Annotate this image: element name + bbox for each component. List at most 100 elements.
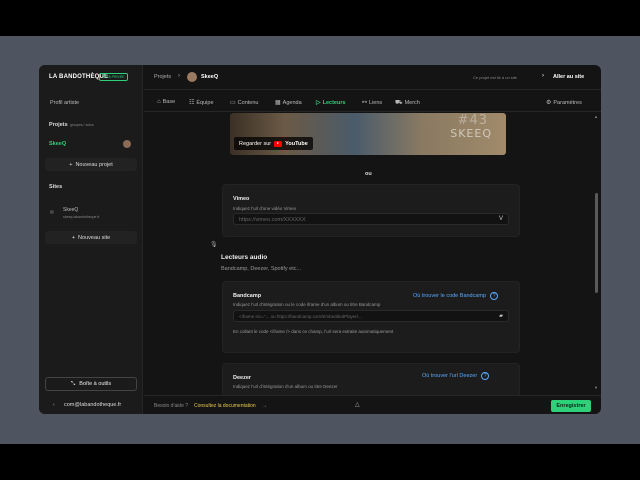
toolbox-label: Boîte à outils	[79, 381, 112, 387]
shop-icon: ⛟	[395, 100, 403, 106]
bandcamp-title: Bandcamp	[233, 293, 262, 299]
tab-base[interactable]: ⌂ Base	[157, 99, 175, 105]
letterbox-bottom	[0, 444, 640, 480]
scrollbar-thumb[interactable]	[595, 193, 598, 293]
tab-label: Agenda	[282, 99, 302, 106]
new-site-button[interactable]: + Nouveau site	[45, 231, 137, 244]
need-help-text: Besoin d'aide ?	[154, 403, 189, 409]
deezer-title: Deezer	[233, 375, 252, 381]
site-url: skeeq.labandotheque.fr	[63, 215, 100, 219]
tab-label: Lecteurs	[322, 99, 346, 106]
bandcamp-card: Bandcamp Où trouver le code Bandcamp ? I…	[222, 281, 520, 353]
bandcamp-embed-input[interactable]: <iframe src="... ou https://bandcamp.com…	[233, 310, 509, 322]
youtube-preview[interactable]: #43 SKEEQ Regarder sur YouTube	[230, 113, 506, 155]
toolbox-button[interactable]: ⤡ Boîte à outils	[45, 377, 137, 391]
calendar-icon: ▦	[275, 100, 281, 106]
vimeo-url-placeholder: https://vimeo.com/XXXXXX	[239, 217, 306, 223]
vimeo-card: Vimeo Indiquez l'url d'une vidéo Vimeo h…	[222, 184, 520, 237]
tab-liens[interactable]: ⚯ Liens	[362, 99, 383, 107]
team-icon: ☷	[189, 100, 195, 106]
play-icon: ▷	[316, 100, 321, 106]
youtube-icon	[274, 140, 283, 147]
help-circle-icon: ?	[490, 292, 499, 300]
project-avatar	[123, 140, 131, 148]
project-avatar	[187, 72, 197, 82]
tab-lecteurs[interactable]: ▷ Lecteurs	[316, 99, 346, 107]
microphone-icon: 🎙	[210, 242, 218, 248]
new-project-button[interactable]: + Nouveau projet	[45, 158, 137, 171]
sidebar-item-project-skeeq[interactable]: SkeeQ	[49, 141, 66, 147]
tab-contenu[interactable]: ▭ Contenu	[230, 99, 259, 107]
save-button[interactable]: Enregistrer	[551, 400, 591, 412]
toolbox-icon: ⤡	[70, 380, 76, 387]
watch-on-youtube-button[interactable]: Regarder sur YouTube	[234, 137, 313, 150]
gear-icon: ⚙	[546, 100, 552, 106]
beta-badge: BÊTA PRIVÉE	[99, 73, 128, 81]
app-window: LA BANDOTHÈQUE BÊTA PRIVÉE Profil artist…	[39, 65, 601, 414]
vimeo-url-input[interactable]: https://vimeo.com/XXXXXX V	[233, 213, 509, 225]
tab-agenda[interactable]: ▦ Agenda	[275, 99, 302, 107]
or-separator: ou	[365, 171, 372, 177]
bandcamp-embed-placeholder: <iframe src="... ou https://bandcamp.com…	[239, 314, 362, 319]
chevron-right-icon: ›	[178, 73, 180, 79]
tab-label: Équipe	[196, 99, 214, 106]
breadcrumb-projects[interactable]: Projets	[154, 74, 171, 80]
arrow-right-icon: →	[262, 403, 267, 409]
bandcamp-icon: ▰	[499, 313, 503, 319]
tab-merch[interactable]: ⛟ Merch	[395, 99, 420, 107]
user-email[interactable]: com@labandotheque.fr	[64, 402, 121, 408]
tab-equipe[interactable]: ☷ Équipe	[189, 99, 214, 107]
document-icon: ▭	[230, 100, 236, 106]
sidebar: LA BANDOTHÈQUE BÊTA PRIVÉE Profil artist…	[39, 65, 143, 414]
new-site-label: Nouveau site	[78, 234, 111, 241]
bandcamp-description: Indiquez l'url d'intégration ou le code …	[233, 302, 381, 307]
bandcamp-note: En collant le code <iframe /> dans ce ch…	[233, 329, 394, 334]
user-menu-icon[interactable]: ‹	[53, 402, 55, 408]
bandcamp-help-link[interactable]: Où trouver le code Bandcamp ?	[413, 292, 499, 300]
footer-bar: Besoin d'aide ? Consultez la documentati…	[144, 395, 601, 414]
tab-label: Contenu	[237, 99, 259, 106]
new-project-label: Nouveau projet	[75, 161, 113, 168]
sidebar-item-site-skeeq[interactable]: SkeeQ	[63, 207, 78, 213]
deezer-card: Deezer Où trouver l'url Deezer ? Indique…	[222, 363, 520, 395]
youtube-wordmark: YouTube	[285, 140, 308, 147]
link-icon: ⚯	[362, 100, 368, 106]
deezer-help-label: Où trouver l'url Deezer	[422, 373, 478, 379]
tab-bar: ⌂ Base ☷ Équipe ▭ Contenu ▦ Agenda ▷ Lecteurs…	[144, 92, 601, 112]
projects-label: Projets	[49, 122, 68, 128]
content-scrollbar[interactable]: ▲ ▼	[593, 113, 599, 395]
plus-icon: +	[69, 161, 73, 168]
site-icon: ▤	[50, 209, 54, 214]
scroll-up-icon[interactable]: ▲	[594, 114, 598, 119]
documentation-link[interactable]: Consultez la documentation	[194, 403, 256, 409]
vimeo-icon: V	[498, 216, 503, 222]
chevron-right-icon: ›	[542, 73, 544, 79]
deezer-description: Indiquez l'url d'intégration d'un album …	[233, 384, 338, 389]
scroll-down-icon[interactable]: ▼	[594, 385, 598, 390]
home-icon: ⌂	[157, 99, 161, 105]
tab-label: Paramètres	[553, 99, 582, 106]
goto-site-link[interactable]: Aller au site	[553, 74, 584, 80]
projects-sublabel: groupes / solos	[70, 123, 94, 127]
vimeo-description: Indiquez l'url d'une vidéo Vimeo	[233, 206, 297, 211]
watch-on-label: Regarder sur	[239, 140, 272, 147]
sidebar-item-artist-profile[interactable]: Profil artiste	[50, 100, 79, 106]
tab-label: Merch	[404, 100, 420, 106]
warning-icon: △	[355, 402, 360, 408]
sites-label: Sites	[49, 184, 63, 190]
video-overlay-number: #43	[457, 113, 488, 128]
video-overlay-name: SKEEQ	[450, 127, 492, 140]
letterbox-top	[0, 0, 640, 36]
plus-icon: +	[71, 234, 76, 241]
audio-players-title: Lecteurs audio	[221, 254, 268, 261]
breadcrumb-project-name[interactable]: SkeeQ	[201, 74, 218, 80]
deezer-help-link[interactable]: Où trouver l'url Deezer ?	[422, 372, 490, 380]
help-circle-icon: ?	[481, 372, 490, 380]
tab-label: Liens	[369, 99, 383, 106]
top-bar: Projets › SkeeQ Ce projet est lié à un s…	[144, 65, 601, 90]
vimeo-title: Vimeo	[233, 196, 250, 202]
main-content: #43 SKEEQ Regarder sur YouTube ou Vimeo …	[144, 113, 596, 395]
tab-label: Base	[162, 99, 176, 105]
tab-parametres[interactable]: ⚙ Paramètres	[546, 99, 582, 107]
linked-site-text: Ce projet est lié à un site	[473, 75, 518, 80]
